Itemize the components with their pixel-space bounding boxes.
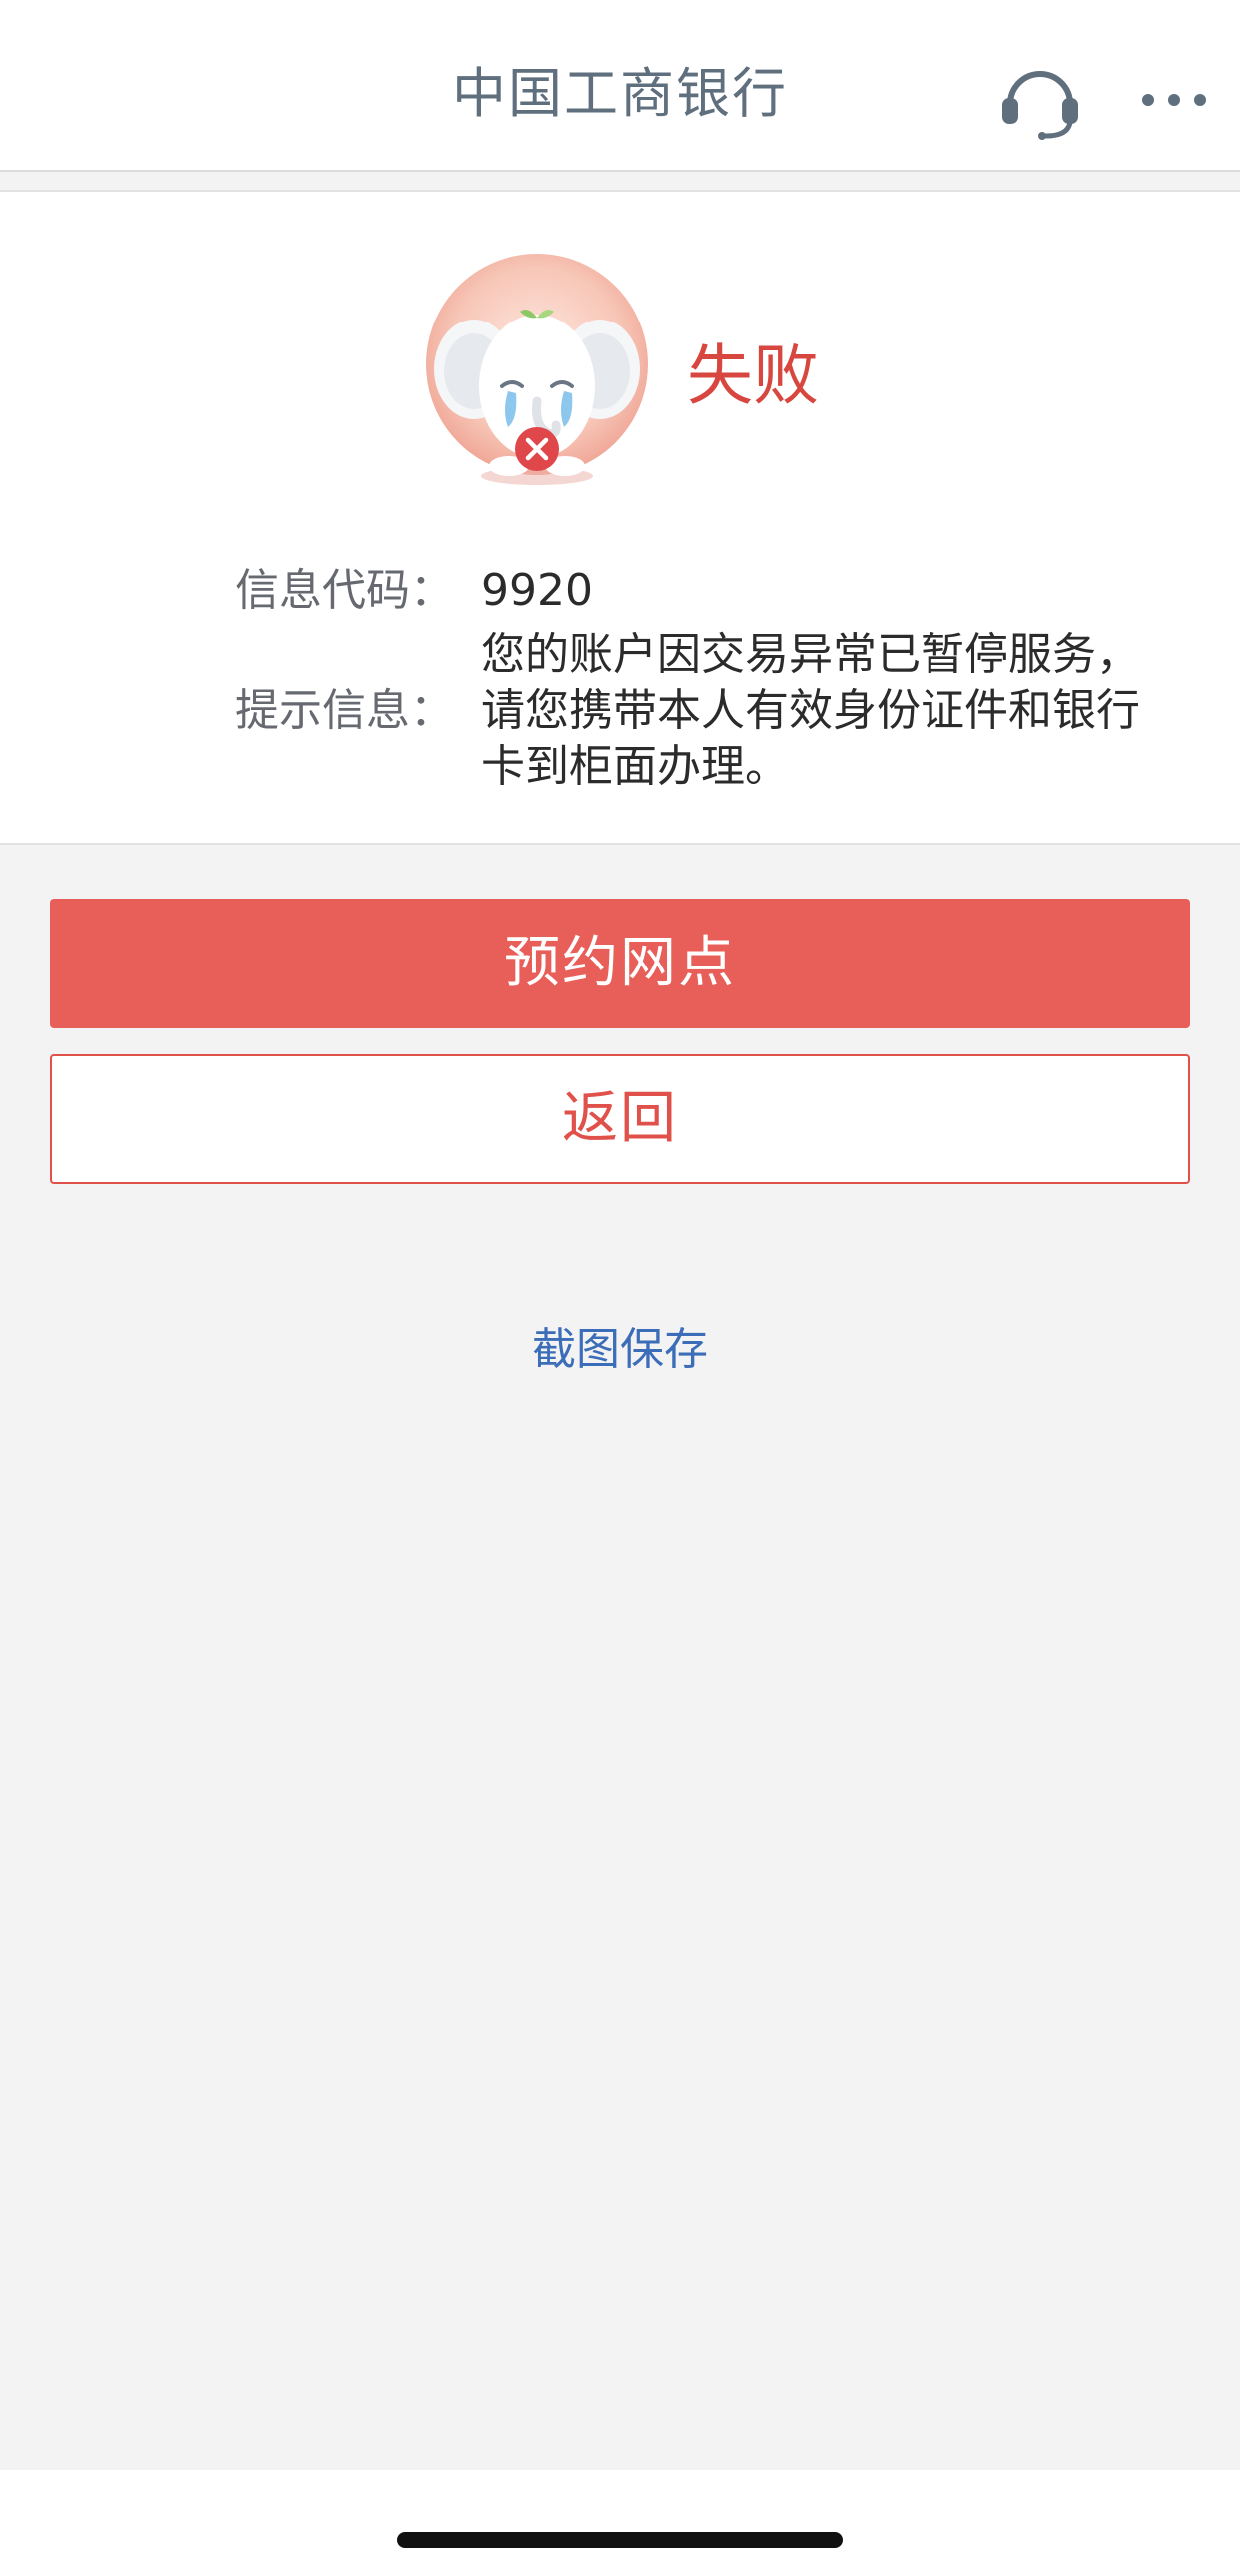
crying-elephant-failure-icon [426, 254, 648, 485]
status-failed-text: 失败 [687, 337, 819, 414]
book-branch-button[interactable]: 预约网点 [50, 899, 1190, 1028]
info-code-value: 9920 [481, 565, 593, 616]
headset-icon [1002, 71, 1078, 140]
navigation-bar: 中国工商银行 [0, 0, 1240, 172]
back-button[interactable]: 返回 [50, 1054, 1190, 1184]
save-screenshot-link[interactable]: 截图保存 [0, 1320, 1240, 1380]
more-options-button[interactable] [1134, 70, 1214, 130]
more-icon [1142, 94, 1206, 106]
bottom-safe-area [0, 2470, 1240, 2576]
result-panel: 失败 信息代码： 9920 提示信息： 您的账户因交易异常已暂停服务，请您携带本… [0, 190, 1240, 845]
info-message-value: 您的账户因交易异常已暂停服务，请您携带本人有效身份证件和银行卡到柜面办理。 [481, 629, 1140, 792]
customer-service-button[interactable] [998, 60, 1082, 140]
home-indicator[interactable] [397, 2532, 843, 2548]
info-message-label: 提示信息： [235, 685, 454, 736]
info-code-label: 信息代码： [235, 565, 454, 616]
